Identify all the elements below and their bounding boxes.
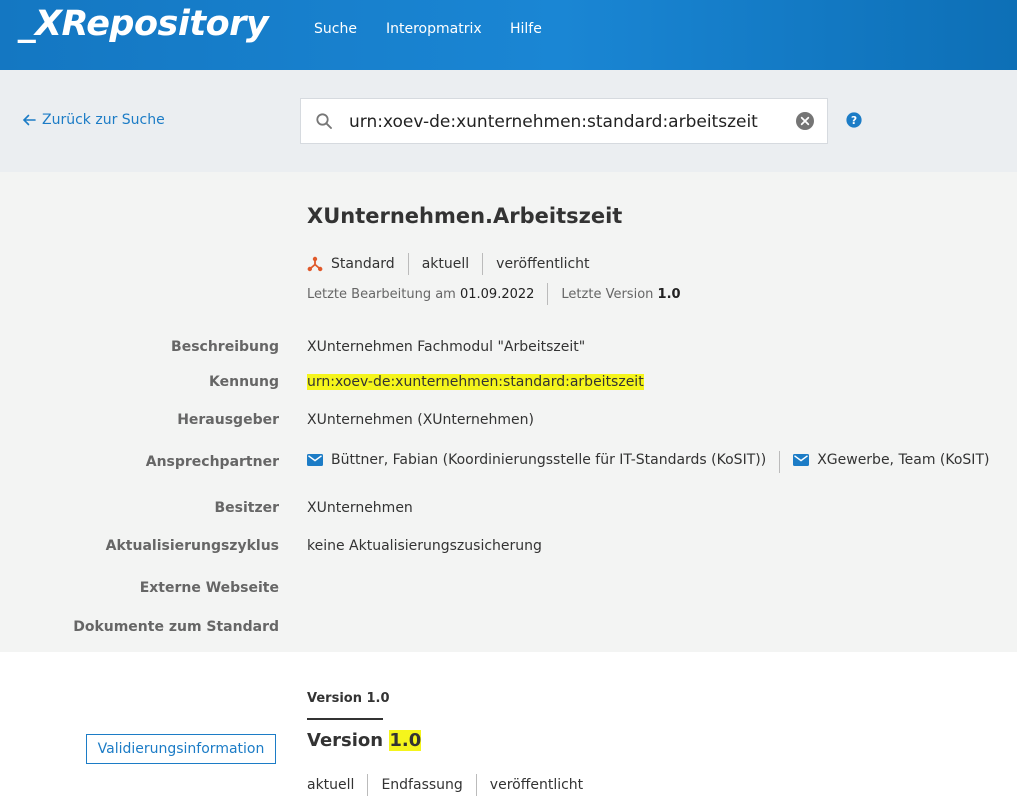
version-number-highlight: 1.0 xyxy=(389,730,422,751)
validation-info-button[interactable]: Validierungsinformation xyxy=(86,734,276,764)
contact-link[interactable]: XGewerbe, Team (KoSIT) xyxy=(793,452,989,468)
field-label-kennung: Kennung xyxy=(209,374,279,390)
nav-interopmatrix[interactable]: Interopmatrix xyxy=(386,21,482,37)
contact-name: XGewerbe, Team (KoSIT) xyxy=(817,452,990,468)
field-label-aktualisierungszyklus: Aktualisierungszyklus xyxy=(105,538,279,554)
version-status-row: aktuell Endfassung veröffentlicht xyxy=(307,774,583,796)
standard-status-row: Standard aktuell veröffentlicht xyxy=(307,253,590,275)
publication-status-label: veröffentlicht xyxy=(496,256,590,272)
search-box xyxy=(300,98,828,144)
version-publication-label: veröffentlicht xyxy=(489,777,584,793)
status-label: aktuell xyxy=(421,256,470,272)
nav-suche[interactable]: Suche xyxy=(314,21,357,37)
search-icon xyxy=(316,113,332,129)
top-navigation-bar: _XRepository Suche Interopmatrix Hilfe xyxy=(0,0,1017,70)
back-to-search-link[interactable]: Zurück zur Suche xyxy=(22,112,165,128)
last-version-label: Letzte Version xyxy=(561,286,654,302)
edit-info-row: Letzte Bearbeitung am 01.09.2022 Letzte … xyxy=(307,283,681,305)
mail-icon xyxy=(307,454,323,466)
field-value-kennung: urn:xoev-de:xunternehmen:standard:arbeit… xyxy=(307,374,644,390)
active-tab-indicator xyxy=(307,718,383,720)
mail-icon xyxy=(793,454,810,466)
field-value-ansprechpartner: Büttner, Fabian (Koordinierungsstelle fü… xyxy=(307,451,989,473)
contact-link[interactable]: Büttner, Fabian (Koordinierungsstelle fü… xyxy=(307,452,766,468)
field-label-dokumente: Dokumente zum Standard xyxy=(73,619,279,635)
field-value-aktualisierungszyklus: keine Aktualisierungszusicherung xyxy=(307,538,542,554)
clear-search-icon[interactable] xyxy=(795,111,815,131)
divider xyxy=(407,253,409,275)
version-stage-label: Endfassung xyxy=(381,777,463,793)
version-heading-prefix: Version xyxy=(307,730,384,751)
divider xyxy=(547,283,549,305)
last-version-value: 1.0 xyxy=(657,286,681,302)
field-label-ansprechpartner: Ansprechpartner xyxy=(145,454,279,470)
contact-name: Büttner, Fabian (Koordinierungsstelle fü… xyxy=(331,452,767,468)
page-title: XUnternehmen.Arbeitszeit xyxy=(307,204,623,228)
nav-hilfe[interactable]: Hilfe xyxy=(510,21,542,37)
search-input[interactable] xyxy=(349,107,789,137)
svg-text:?: ? xyxy=(851,115,857,127)
standard-type-icon xyxy=(307,256,323,272)
last-edit-date: 01.09.2022 xyxy=(459,286,535,302)
field-value-besitzer: XUnternehmen xyxy=(307,500,413,516)
divider xyxy=(367,774,369,796)
divider xyxy=(779,451,781,473)
kennung-highlight: urn:xoev-de:xunternehmen:standard:arbeit… xyxy=(307,374,644,390)
search-band: Zurück zur Suche ? xyxy=(0,70,1017,172)
field-label-herausgeber: Herausgeber xyxy=(177,412,279,428)
back-to-search-label: Zurück zur Suche xyxy=(42,112,165,128)
help-icon[interactable]: ? xyxy=(846,112,862,128)
arrow-left-icon xyxy=(22,114,36,126)
standard-type-label: Standard xyxy=(331,256,395,272)
field-label-externe-webseite: Externe Webseite xyxy=(139,580,279,596)
field-label-besitzer: Besitzer xyxy=(214,500,279,516)
last-edit-label: Letzte Bearbeitung am xyxy=(307,286,456,302)
version-state-label: aktuell xyxy=(307,777,355,793)
divider xyxy=(475,774,477,796)
field-value-herausgeber: XUnternehmen (XUnternehmen) xyxy=(307,412,534,428)
xrepository-logo[interactable]: _XRepository xyxy=(18,4,269,44)
version-heading: Version 1.0 xyxy=(307,730,422,751)
field-label-beschreibung: Beschreibung xyxy=(171,339,279,355)
field-value-beschreibung: XUnternehmen Fachmodul "Arbeitszeit" xyxy=(307,339,586,355)
divider xyxy=(482,253,484,275)
tab-version[interactable]: Version 1.0 xyxy=(307,691,390,706)
